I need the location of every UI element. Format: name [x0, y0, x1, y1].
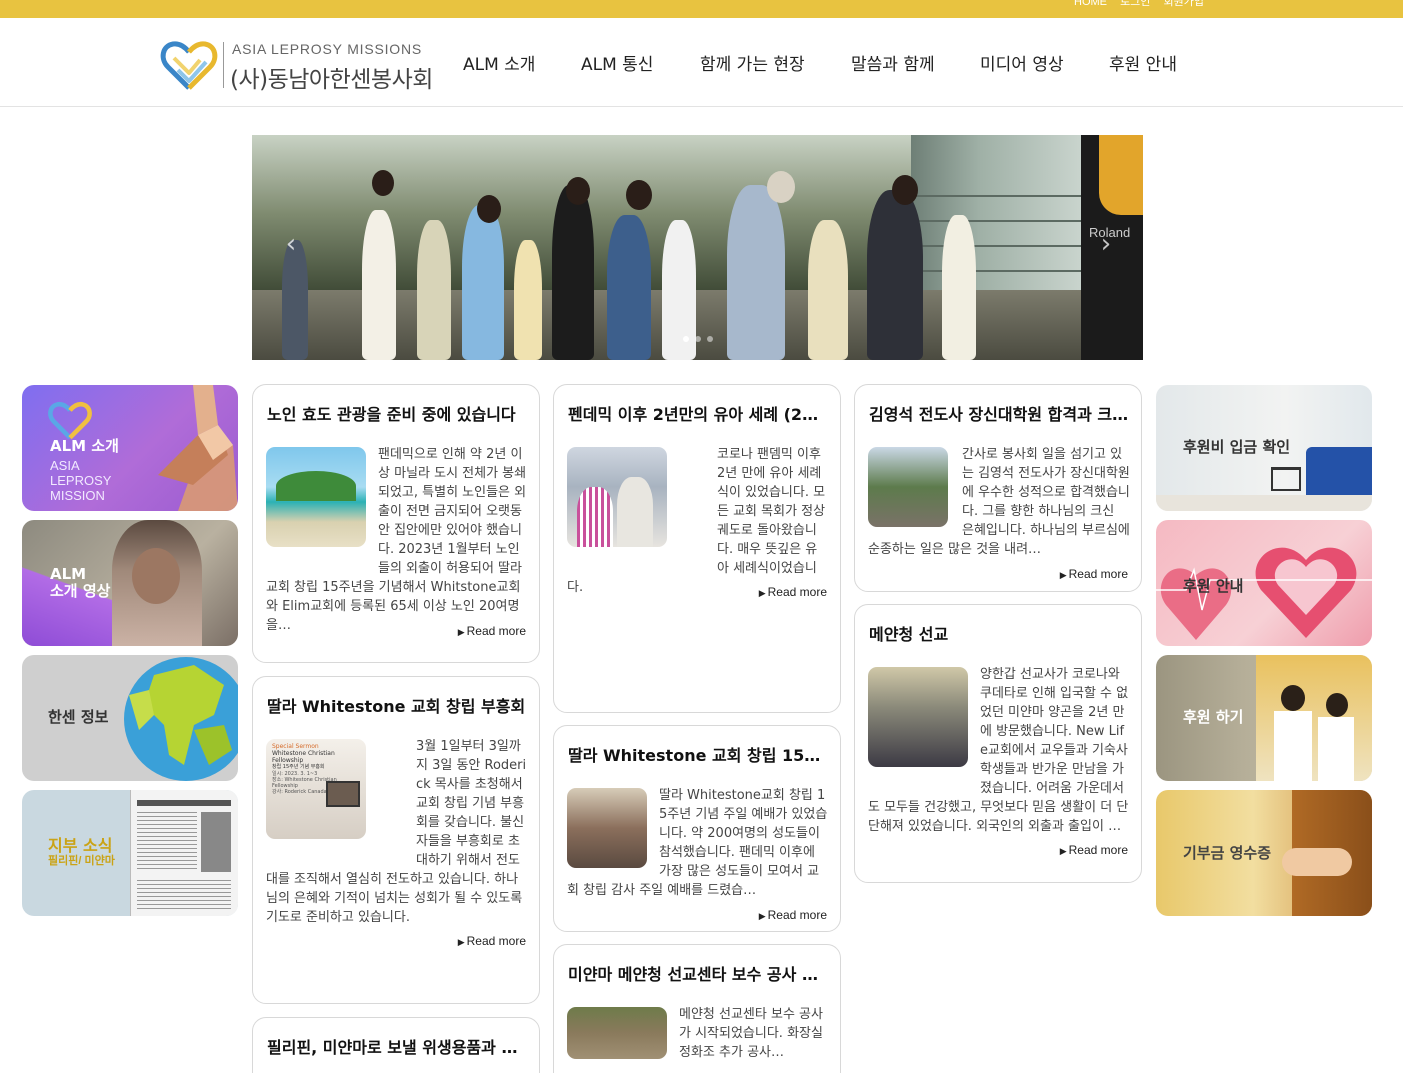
logo-english-name: ASIA LEPROSY MISSIONS: [232, 41, 423, 57]
tile-donation-check[interactable]: 후원비 입금 확인: [1156, 385, 1372, 511]
slider-prev-arrow-icon[interactable]: ‹: [280, 231, 302, 257]
nav-item-field[interactable]: 함께 가는 현장: [700, 50, 805, 75]
globe-icon: [124, 657, 238, 781]
slider-dots: [252, 327, 1143, 346]
newspaper-image: [130, 790, 238, 916]
hero-slider[interactable]: Roland ‹ ›: [252, 135, 1143, 360]
tile-subtitle: 필리핀/ 미얀마: [48, 855, 115, 867]
heart-logo-icon: [160, 41, 218, 90]
tile-branch-news[interactable]: 지부 소식 필리핀/ 미얀마: [22, 790, 238, 916]
tile-title: 한센 정보: [48, 708, 109, 726]
post-excerpt: 팬데믹으로 인해 약 2년 이상 마닐라 도시 전체가 봉쇄되었고, 특별히 노…: [266, 447, 527, 633]
post-title[interactable]: 펜데믹 이후 2년만의 유아 세례 (2022): [568, 401, 828, 425]
read-more-link[interactable]: Read more: [759, 585, 827, 599]
nav-item-support[interactable]: 후원 안내: [1109, 50, 1177, 75]
post-excerpt: 딸라 Whitestone교회 창립 15주년 기념 주일 예배가 있었습니다.…: [567, 788, 828, 898]
tile-title: ALM 소개: [50, 437, 119, 455]
slider-dot[interactable]: [682, 336, 689, 342]
tile-hansen-info[interactable]: 한센 정보: [22, 655, 238, 781]
post-card: 딸라 Whitestone 교회 창립 15주년 딸라 Whitestone교회…: [553, 725, 841, 932]
tile-alm-video[interactable]: ALM 소개 영상: [22, 520, 238, 646]
post-excerpt: 양한갑 선교사가 코로나와 쿠데타로 인해 입국할 수 없었던 미얀마 양곤을 …: [868, 667, 1129, 834]
post-card: 김영석 전도사 장신대학원 합격과 크신 은혜 간사로 봉사회 일을 섬기고 있…: [854, 384, 1142, 592]
tile-title: 기부금 영수증: [1183, 844, 1272, 862]
tile-support-info[interactable]: 후원 안내: [1156, 520, 1372, 646]
tile-title: 지부 소식: [48, 836, 113, 855]
tile-title: 후원 안내: [1183, 577, 1244, 595]
logo-divider: [223, 42, 224, 88]
tile-subtitle: ASIA LEPROSY MISSION: [50, 458, 112, 503]
post-title[interactable]: 딸라 Whitestone 교회 창립 15주년: [568, 742, 828, 766]
post-excerpt: 3월 1일부터 3일까지 3일 동안 Roderick 목사를 초청해서 교회 …: [266, 739, 527, 925]
site-header: ASIA LEPROSY MISSIONS (사)동남아한센봉사회 ALM 소개…: [0, 18, 1403, 107]
slider-dot[interactable]: [694, 336, 701, 342]
post-title[interactable]: 김영석 전도사 장신대학원 합격과 크신 은혜: [869, 401, 1129, 425]
tile-title: 후원비 입금 확인: [1183, 438, 1291, 456]
post-card: 메얀청 선교 양한갑 선교사가 코로나와 쿠데타로 인해 입국할 수 없었던 미…: [854, 604, 1142, 883]
post-excerpt: 간사로 봉사회 일을 섬기고 있는 김영석 전도사가 장신대학원에 우수한 성적…: [868, 447, 1130, 557]
read-more-link[interactable]: Read more: [1060, 567, 1128, 581]
post-title[interactable]: 미얀마 메얀청 선교센타 보수 공사 시작: [568, 961, 828, 985]
read-more-link[interactable]: Read more: [759, 908, 827, 922]
post-title[interactable]: 메얀청 선교: [869, 621, 1129, 645]
post-title[interactable]: 딸라 Whitestone 교회 창립 부흥회: [267, 693, 527, 717]
post-card: 미얀마 메얀청 선교센타 보수 공사 시작 메얀청 선교센타 보수 공사가 시작…: [553, 944, 841, 1073]
read-more-link[interactable]: Read more: [458, 624, 526, 638]
slider-dot[interactable]: [706, 336, 713, 342]
post-card: 필리핀, 미얀마로 보낼 위생용품과 의류: [252, 1017, 540, 1073]
read-more-link[interactable]: Read more: [458, 934, 526, 948]
post-title[interactable]: 노인 효도 관광을 준비 중에 있습니다: [267, 401, 527, 425]
site-logo[interactable]: ASIA LEPROSY MISSIONS (사)동남아한센봉사회: [160, 40, 433, 93]
nav-item-alm-news[interactable]: ALM 통신: [581, 50, 653, 75]
nav-item-word[interactable]: 말씀과 함께: [851, 50, 935, 75]
heart-logo-icon: [48, 401, 92, 440]
post-title[interactable]: 필리핀, 미얀마로 보낼 위생용품과 의류: [267, 1034, 527, 1058]
nav-item-alm-intro[interactable]: ALM 소개: [463, 50, 535, 75]
utility-links: HOME 로그인 회원가입: [1074, 0, 1214, 9]
slider-next-arrow-icon[interactable]: ›: [1095, 231, 1117, 257]
hands-icon: [158, 385, 238, 511]
post-card: 노인 효도 관광을 준비 중에 있습니다 팬데믹으로 인해 약 2년 이상 마닐…: [252, 384, 540, 663]
tile-donation-receipt[interactable]: 기부금 영수증: [1156, 790, 1372, 916]
read-more-link[interactable]: Read more: [1060, 843, 1128, 857]
tile-title: ALM 소개 영상: [50, 565, 111, 600]
utility-join-link[interactable]: 회원가입: [1164, 0, 1204, 8]
post-excerpt: 코로나 팬뎀믹 이후 2년 만에 유아 세례식이 있었습니다. 모든 교회 목회…: [567, 447, 826, 595]
logo-korean-name: (사)동남아한센봉사회: [230, 67, 433, 93]
post-excerpt: 메얀청 선교센타 보수 공사가 시작되었습니다. 화장실 정화조 추가 공사…: [679, 1007, 823, 1060]
tile-donate[interactable]: 후원 하기: [1156, 655, 1372, 781]
tile-title: 후원 하기: [1183, 708, 1244, 726]
utility-login-link[interactable]: 로그인: [1120, 0, 1150, 8]
utility-bar: HOME 로그인 회원가입: [0, 0, 1403, 18]
post-card: 펜데믹 이후 2년만의 유아 세례 (2022) 코로나 팬뎀믹 이후 2년 만…: [553, 384, 841, 713]
post-card: 딸라 Whitestone 교회 창립 부흥회 Special Sermon W…: [252, 676, 540, 1004]
utility-home-link[interactable]: HOME: [1074, 0, 1107, 8]
nav-item-media[interactable]: 미디어 영상: [980, 50, 1064, 75]
tile-alm-intro[interactable]: ALM 소개 ASIA LEPROSY MISSION: [22, 385, 238, 511]
chair-image: [1306, 447, 1372, 497]
